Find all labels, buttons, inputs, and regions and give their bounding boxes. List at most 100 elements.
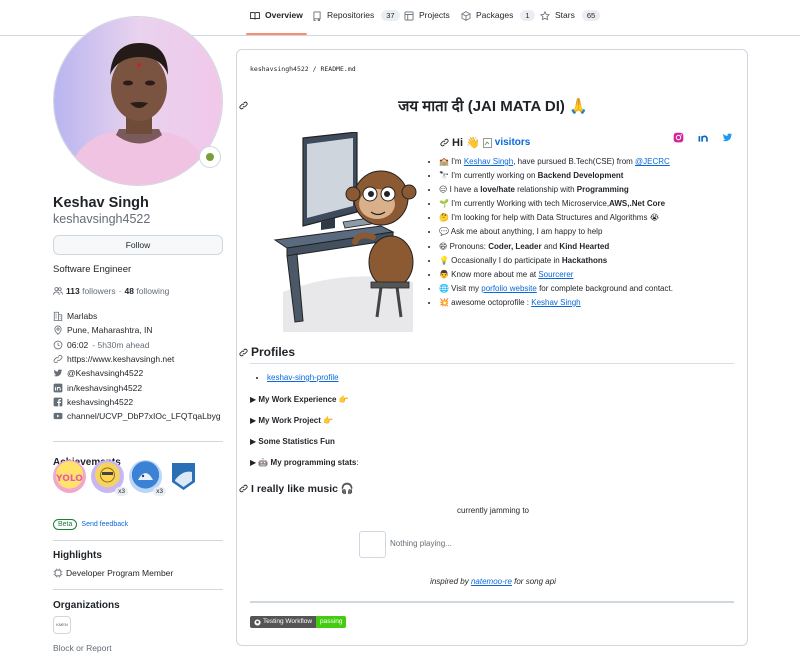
list-item: keshav-singh-profile (267, 373, 339, 382)
detail-linkedin[interactable]: in/keshavsingh4522 (53, 380, 221, 394)
list-text: 💬 Ask me about anything, I am happy to h… (439, 227, 603, 237)
organization-avatar[interactable]: KMEN (53, 616, 71, 634)
following-link[interactable]: 48 following (124, 286, 169, 296)
avatar[interactable] (53, 16, 223, 186)
workflow-status-badge[interactable]: Testing Workflow passing (250, 616, 347, 628)
details-work-project[interactable]: ▶ My Work Project 👉 (250, 416, 333, 425)
instagram-icon[interactable] (673, 132, 684, 143)
workflow-label-section: Testing Workflow (250, 616, 317, 628)
music-heading: I really like music 🎧 (239, 482, 354, 495)
list-text: 😑 I have a (439, 185, 481, 195)
send-feedback-link[interactable]: Send feedback (81, 521, 128, 528)
website-text: https://www.keshavsingh.net (67, 354, 175, 365)
achievement-quickdraw[interactable]: x3 (91, 460, 128, 496)
achievement-count: x3 (153, 487, 166, 496)
profile-link[interactable]: keshav-singh-profile (267, 373, 339, 382)
detail-twitter[interactable]: @Keshavsingh4522 (53, 366, 221, 380)
readme-box: keshavsingh4522 / README.md जय माता दी (… (236, 49, 748, 646)
tab-packages[interactable]: Packages 1 (461, 10, 535, 34)
natemoo-link[interactable]: natemoo-re (471, 577, 512, 586)
details-statistics[interactable]: ▶ Some Statistics Fun (250, 437, 335, 446)
broken-image-icon (482, 137, 492, 148)
detail-youtube[interactable]: channel/UCVP_DbP7xIOc_LFQTqaLbyg (53, 409, 221, 423)
list-item: 😄 Pronouns: Coder, Leader and Kind Heart… (439, 242, 673, 256)
list-text: 🔭 I'm currently working on (439, 171, 538, 181)
profile-bio: Software Engineer (53, 264, 132, 275)
company-text: Marlabs (67, 311, 98, 322)
music-heading-text: I really like music 🎧 (251, 483, 354, 495)
people-icon (53, 287, 63, 295)
details-summary: My Work Experience 👉 (258, 395, 349, 404)
details-work-experience[interactable]: ▶ My Work Experience 👉 (250, 395, 349, 404)
profiles-heading: Profiles (239, 345, 295, 359)
list-bold: Coder, Leader (488, 241, 542, 251)
octoprofile-link[interactable]: Keshav Singh (531, 298, 580, 307)
profile-sidebar: Keshav Singh keshavsingh4522 Follow Soft… (53, 16, 223, 653)
followers-count: 113 (66, 286, 80, 296)
divider (53, 441, 223, 442)
location-icon (54, 326, 62, 336)
packages-count: 1 (520, 10, 535, 21)
link-icon[interactable] (440, 138, 449, 147)
highlight-text: Developer Program Member (66, 568, 174, 578)
achievement-pull-shark[interactable]: x3 (129, 460, 166, 496)
tab-projects[interactable]: Projects (404, 10, 450, 34)
list-text: 👨 Know more about me at (439, 269, 539, 279)
detail-website[interactable]: https://www.keshavsingh.net (53, 352, 221, 366)
follow-button[interactable]: Follow (53, 235, 223, 255)
linkedin-text: in/keshavsingh4522 (67, 382, 143, 393)
list-bold: Backend Development (537, 171, 624, 181)
tab-repositories[interactable]: Repositories 37 (312, 10, 400, 34)
list-text: , have pursued B.Tech(CSE) from (513, 157, 636, 166)
location-text: Pune, Maharashtra, IN (67, 325, 153, 336)
now-playing-artwork[interactable] (359, 531, 386, 558)
tab-overview[interactable]: Overview (246, 10, 307, 35)
credit-text: inspired by (430, 577, 471, 586)
linkedin-icon[interactable] (698, 132, 709, 143)
twitter-icon (53, 369, 63, 377)
details-summary: 🤖 My programming stats (258, 458, 357, 467)
list-item: 💡 Occasionally I do participate in Hacka… (439, 256, 673, 270)
visitors-badge-alt[interactable]: visitors (495, 137, 531, 148)
sourcerer-link[interactable]: Sourcerer (538, 270, 573, 279)
tab-label: Packages (476, 10, 514, 20)
tab-label: Projects (419, 10, 450, 20)
achievement-yolo[interactable]: YOLO (53, 460, 86, 493)
name-link[interactable]: Keshav Singh (464, 157, 513, 166)
block-or-report-link[interactable]: Block or Report (53, 643, 112, 653)
local-time-text: 06:02 (67, 339, 89, 350)
hi-heading: Hi 👋 visitors (440, 136, 530, 149)
jecrc-link[interactable]: @JECRC (635, 157, 670, 166)
portfolio-link[interactable]: porfolio website (481, 284, 537, 293)
details-programming-stats[interactable]: ▶ 🤖 My programming stats: (250, 458, 359, 467)
stars-count: 65 (581, 10, 601, 21)
highlight-developer-program: Developer Program Member (53, 568, 173, 578)
followers-link[interactable]: 113 followers (66, 286, 116, 296)
detail-company: Marlabs (53, 309, 221, 323)
list-item: 🌱 I'm currently Working with tech Micros… (439, 199, 673, 213)
now-playing-text: Nothing playing... (390, 539, 452, 548)
achievement-arctic[interactable] (167, 460, 200, 493)
status-emoji-button[interactable] (199, 146, 221, 168)
list-text: relationship with (514, 185, 577, 195)
tab-stars[interactable]: Stars 65 (540, 10, 601, 34)
credit-text: for song api (511, 577, 556, 586)
facebook-icon (53, 397, 63, 407)
detail-location: Pune, Maharashtra, IN (53, 323, 221, 337)
svg-text:YOLO: YOLO (55, 474, 83, 484)
monkey-computer-illustration (273, 132, 417, 332)
link-icon[interactable] (239, 348, 248, 357)
link-icon[interactable] (239, 484, 248, 493)
status-icon (206, 153, 214, 161)
readme-path-user[interactable]: keshavsingh4522 (250, 65, 309, 73)
detail-facebook[interactable]: keshavsingh4522 (53, 395, 221, 409)
link-icon (53, 354, 63, 364)
list-item: 💬 Ask me about anything, I am happy to h… (439, 227, 673, 241)
workflow-status: passing (316, 616, 347, 628)
list-item: 🤔 I'm looking for help with Data Structu… (439, 213, 673, 227)
beta-feedback: Beta Send feedback (53, 519, 128, 530)
readme-path-file[interactable]: README.md (320, 65, 355, 73)
twitter-icon[interactable] (722, 132, 733, 143)
star-icon (540, 11, 550, 21)
heading-underline (250, 363, 734, 364)
